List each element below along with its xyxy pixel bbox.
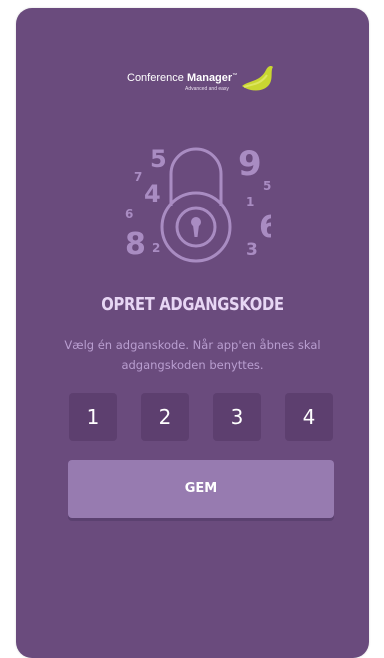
digit-2: 2 [152,241,160,255]
passcode-description: Vælg én adganskode. Når app'en åbnes ska… [64,338,321,372]
logo-tagline: Advanced and easy [185,86,229,92]
digit-1: 1 [246,195,254,209]
padlock-icon: 5 7 4 6 8 2 9 5 1 6 3 [125,144,271,263]
lock-illustration: 5 7 4 6 8 2 9 5 1 6 3 [121,142,271,272]
digit-7: 7 [134,170,142,184]
digit-5-left: 5 [150,145,167,173]
page-title: OPRET ADGANGSKODE [101,294,284,315]
pin-digit-2[interactable]: 2 [141,393,189,441]
pin-digit-4[interactable]: 4 [285,393,333,441]
digit-5-right: 5 [263,179,271,193]
digit-6-right: 6 [259,210,271,245]
pin-digit-3[interactable]: 3 [213,393,261,441]
digit-8: 8 [125,227,146,262]
save-button[interactable]: GEM [68,460,334,518]
passcode-input-group: 1 2 3 4 [69,393,334,443]
conference-manager-logo: Conference Manager™ Advanced and easy [16,66,369,98]
digit-4: 4 [144,180,161,208]
pin-digit-1[interactable]: 1 [69,393,117,441]
digit-6-left: 6 [125,207,133,221]
passcode-card: Conference Manager™ Advanced and easy 5 … [16,8,369,658]
logo-wordmark: Conference Manager™ [127,72,238,84]
brand-swoosh-icon [242,66,273,91]
digit-9: 9 [238,144,262,184]
digit-3: 3 [246,240,258,260]
